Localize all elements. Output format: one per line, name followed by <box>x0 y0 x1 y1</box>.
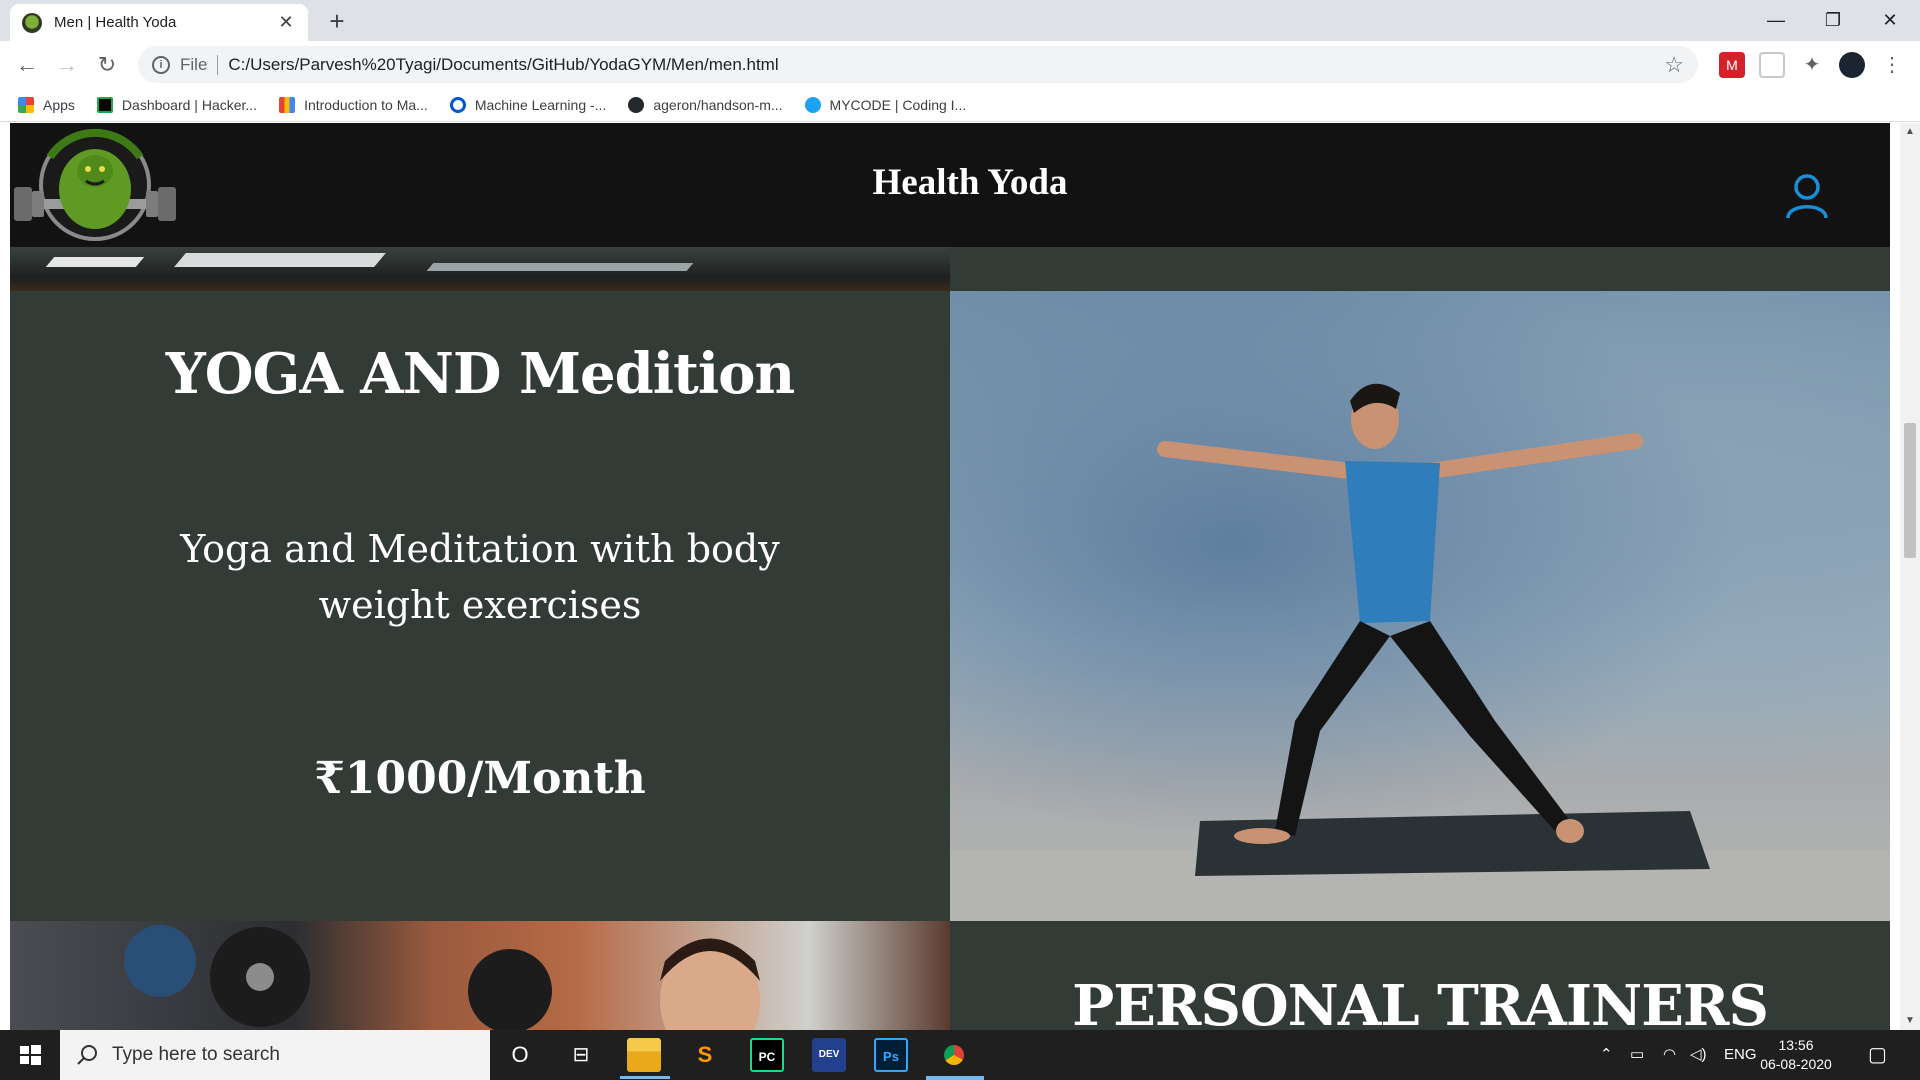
sublime-text-icon[interactable]: S <box>688 1038 722 1072</box>
extension-icon[interactable] <box>1759 52 1785 78</box>
windows-taskbar: Type here to search O ⊟ S PC DEV Ps ⌃ ▭ … <box>0 1030 1920 1080</box>
coursera-icon <box>449 96 466 113</box>
site-header: Health Yoda <box>10 123 1890 247</box>
clock-time: 13:56 <box>1778 1037 1814 1053</box>
bookmark-label: MYCODE | Coding I... <box>829 96 967 113</box>
browser-tab-strip: Men | Health Yoda ✕ + — ❐ ✕ <box>0 0 1920 41</box>
chrome-menu-icon[interactable]: ⋮ <box>1879 52 1905 78</box>
bookmark-label: Machine Learning -... <box>474 96 607 113</box>
bookmark-label: ageron/handson-m... <box>653 96 783 113</box>
active-app-indicator <box>926 1076 984 1080</box>
browser-toolbar: ← → ↻ i File C:/Users/Parvesh%20Tyagi/Do… <box>0 41 1920 88</box>
back-button[interactable]: ← <box>11 49 43 81</box>
bookmark-item[interactable]: Machine Learning -... <box>449 96 607 113</box>
user-account-icon[interactable] <box>1785 173 1829 219</box>
task-view-icon[interactable]: ⊟ <box>564 1038 598 1072</box>
mcafee-extension-icon[interactable]: M <box>1719 52 1745 78</box>
services-grid: YOGA AND Medition Yoga and Meditation wi… <box>10 247 1890 1030</box>
close-window-button[interactable]: ✕ <box>1862 0 1918 40</box>
profile-avatar[interactable] <box>1839 52 1865 78</box>
url-text[interactable]: C:/Users/Parvesh%20Tyagi/Documents/GitHu… <box>228 55 778 75</box>
code-brackets-icon <box>279 96 296 113</box>
yoga-pose-photo <box>950 291 1890 921</box>
address-bar[interactable]: i File C:/Users/Parvesh%20Tyagi/Document… <box>138 46 1698 83</box>
yoga-man-illustration <box>950 383 1890 921</box>
plan-price: ₹1000/Month <box>314 753 646 804</box>
tab-close-icon[interactable]: ✕ <box>276 12 296 33</box>
page-scrollbar[interactable]: ▲ ▼ <box>1900 123 1920 1030</box>
new-tab-button[interactable]: + <box>322 6 352 36</box>
apps-grid-icon <box>18 96 34 113</box>
bookmark-label: Dashboard | Hacker... <box>121 96 258 113</box>
site-brand-title[interactable]: Health Yoda <box>10 161 1900 204</box>
taskbar-search-box[interactable]: Type here to search <box>60 1030 490 1080</box>
pycharm-icon[interactable]: PC <box>750 1038 784 1072</box>
bookmark-item[interactable]: ageron/handson-m... <box>628 96 783 113</box>
forward-button[interactable]: → <box>51 49 83 81</box>
clock-date: 06-08-2020 <box>1760 1056 1832 1072</box>
open-app-indicator <box>620 1076 670 1079</box>
scheme-label: File <box>180 54 208 74</box>
cortana-icon[interactable]: O <box>503 1038 537 1072</box>
panel-spacer <box>950 247 1890 291</box>
bookmark-item[interactable]: MYCODE | Coding I... <box>804 96 967 113</box>
mycode-icon <box>804 96 821 113</box>
scroll-down-arrow-icon[interactable]: ▼ <box>1900 1012 1920 1030</box>
chrome-icon[interactable] <box>937 1038 971 1072</box>
bookmark-label: Introduction to Ma... <box>304 96 428 113</box>
personal-trainers-section: PERSONAL TRAINERS <box>950 921 1890 1030</box>
personal-trainer-photo <box>10 921 950 1030</box>
show-hidden-icons-icon[interactable]: ⌃ <box>1600 1030 1613 1080</box>
dev-cpp-icon[interactable]: DEV <box>812 1038 846 1072</box>
scroll-up-arrow-icon[interactable]: ▲ <box>1900 123 1920 141</box>
github-icon <box>628 96 645 113</box>
file-explorer-icon[interactable] <box>627 1038 661 1072</box>
site-info-icon[interactable]: i <box>152 55 170 74</box>
browser-tab[interactable]: Men | Health Yoda ✕ <box>10 4 308 41</box>
bookmark-label: Apps <box>43 96 75 113</box>
windows-start-icon[interactable] <box>0 1030 60 1080</box>
extensions-puzzle-icon[interactable]: ✦ <box>1799 52 1825 78</box>
battery-icon[interactable]: ▭ <box>1630 1030 1644 1080</box>
photoshop-icon[interactable]: Ps <box>874 1038 908 1072</box>
search-placeholder: Type here to search <box>112 1044 280 1065</box>
section-title: PERSONAL TRAINERS <box>1072 973 1769 1030</box>
plan-card-yoga: YOGA AND Medition Yoga and Meditation wi… <box>10 291 950 921</box>
plan-title: YOGA AND Medition <box>165 341 795 407</box>
hackerrank-icon <box>96 96 113 113</box>
gym-weights-illustration <box>124 925 760 1030</box>
bookmark-item[interactable]: Dashboard | Hacker... <box>96 96 258 113</box>
bookmark-item[interactable]: Apps <box>18 96 75 113</box>
tab-title: Men | Health Yoda <box>54 14 177 31</box>
omnibox-divider <box>217 54 219 75</box>
gym-equipment-photo <box>10 247 950 291</box>
bookmark-item[interactable]: Introduction to Ma... <box>279 96 428 113</box>
restore-button[interactable]: ❐ <box>1805 0 1861 40</box>
volume-icon[interactable]: ◁) <box>1690 1030 1707 1080</box>
reload-button[interactable]: ↻ <box>91 49 123 81</box>
site-favicon-icon <box>22 12 42 33</box>
action-center-icon[interactable]: ▢ <box>1868 1030 1887 1080</box>
page-viewport: Health Yoda YOGA AND Medition Yoga and M… <box>0 123 1900 1030</box>
bookmark-star-icon[interactable]: ☆ <box>1664 52 1684 78</box>
search-icon <box>77 1045 97 1065</box>
minimize-button[interactable]: — <box>1748 0 1804 40</box>
plan-description: Yoga and Meditation with body weight exe… <box>180 527 780 627</box>
bookmarks-bar: Apps Dashboard | Hacker... Introduction … <box>0 88 1920 122</box>
wifi-icon[interactable]: ◠ <box>1663 1030 1676 1080</box>
system-clock[interactable]: 13:56 06-08-2020 <box>1748 1036 1844 1074</box>
scrollbar-thumb[interactable] <box>1904 423 1916 558</box>
